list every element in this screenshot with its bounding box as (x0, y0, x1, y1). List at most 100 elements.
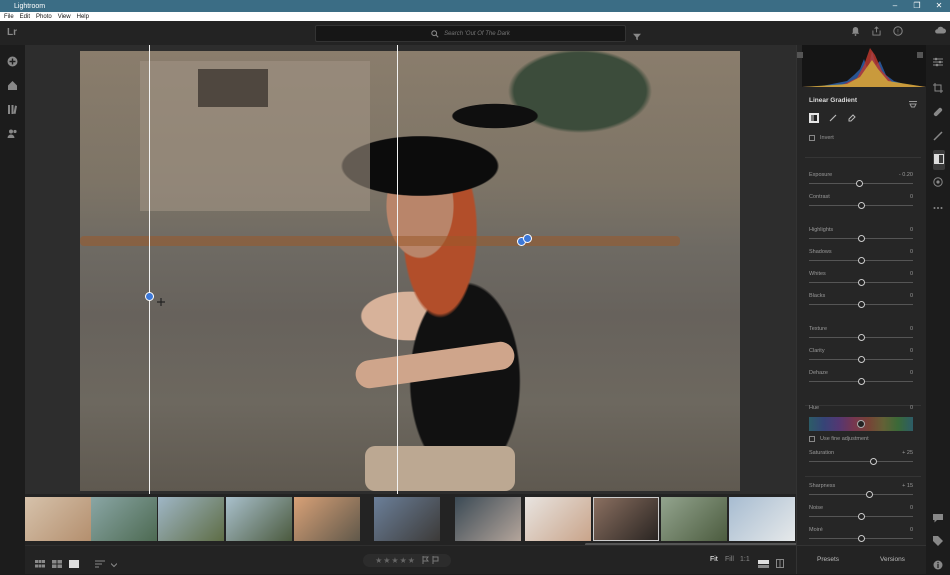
dehaze-value[interactable]: 0 (910, 370, 913, 376)
tag-icon[interactable] (933, 533, 943, 551)
exposure-value[interactable]: - 0.20 (899, 172, 913, 178)
exposure-knob[interactable] (855, 180, 863, 187)
eraser-tool-icon[interactable] (847, 113, 857, 123)
menu-help[interactable]: Help (77, 14, 89, 20)
photo-canvas[interactable] (25, 45, 796, 494)
clipping-highlight-icon[interactable] (917, 45, 923, 63)
add-photos-icon[interactable] (7, 54, 18, 72)
shadows-value[interactable]: 0 (910, 249, 913, 255)
sharpness-knob[interactable] (866, 491, 874, 498)
filmstrip-toggle-icon[interactable] (758, 555, 769, 573)
detail-view-icon[interactable] (69, 555, 79, 573)
sharpness-value[interactable]: + 15 (902, 483, 913, 489)
texture-value[interactable]: 0 (910, 326, 913, 332)
stars[interactable]: ★★★★★ (375, 556, 416, 565)
gradient-inner-line[interactable] (397, 45, 398, 494)
reset-icon[interactable] (908, 95, 918, 113)
saturation-track[interactable] (809, 461, 913, 462)
menu-file[interactable]: File (4, 14, 14, 20)
filmstrip-thumb[interactable] (25, 497, 91, 541)
star-rating[interactable]: ★★★★★ (363, 554, 451, 567)
compare-icon[interactable] (776, 555, 784, 573)
minimize-button[interactable]: – (884, 0, 906, 12)
highlights-value[interactable]: 0 (910, 227, 913, 233)
people-icon[interactable] (7, 126, 18, 144)
texture-knob[interactable] (858, 334, 865, 341)
photo[interactable] (80, 51, 740, 491)
filmstrip-thumb[interactable] (294, 497, 360, 541)
crop-icon[interactable] (933, 80, 943, 98)
mask-pin-2[interactable] (523, 234, 532, 243)
hue-slider[interactable] (809, 417, 913, 431)
clipping-shadow-icon[interactable] (797, 45, 803, 63)
zoom-fit[interactable]: Fit (710, 556, 718, 563)
saturation-value[interactable]: + 25 (902, 450, 913, 456)
cloud-icon[interactable] (929, 26, 950, 36)
dehaze-knob[interactable] (858, 378, 865, 385)
brush-tool-icon[interactable] (828, 113, 838, 123)
zoom-1-1[interactable]: 1:1 (740, 556, 750, 563)
gradient-tool-icon[interactable] (809, 113, 819, 123)
filmstrip-thumb[interactable] (455, 497, 521, 541)
filmstrip-thumb[interactable] (226, 497, 292, 541)
info-icon[interactable] (933, 557, 943, 575)
gradient-center-pin[interactable] (145, 292, 154, 301)
blacks-knob[interactable] (858, 301, 865, 308)
moir-value[interactable]: 0 (910, 527, 913, 533)
fine-adjustment-box[interactable] (809, 436, 815, 442)
zoom-fill[interactable]: Fill (725, 556, 734, 563)
noise-knob[interactable] (858, 513, 865, 520)
noise-value[interactable]: 0 (910, 505, 913, 511)
filmstrip-thumb[interactable] (158, 497, 224, 541)
moir-knob[interactable] (858, 535, 865, 542)
fine-adjustment-checkbox[interactable]: Use fine adjustment (809, 436, 869, 442)
clarity-value[interactable]: 0 (910, 348, 913, 354)
whites-knob[interactable] (858, 279, 865, 286)
filmstrip-thumb[interactable] (525, 497, 591, 541)
highlights-knob[interactable] (858, 235, 865, 242)
contrast-knob[interactable] (858, 202, 865, 209)
reject-flag-icon[interactable] (432, 555, 439, 566)
search-input[interactable]: Search 'Out Of The Dark (315, 25, 626, 42)
healing-icon[interactable] (933, 104, 943, 122)
grid-view-icon[interactable] (35, 555, 45, 573)
blacks-value[interactable]: 0 (910, 293, 913, 299)
saturation-knob[interactable] (870, 458, 878, 465)
brush-icon[interactable] (933, 128, 943, 146)
filmstrip-thumb[interactable] (374, 497, 440, 541)
versions-tab[interactable]: Versions (880, 556, 905, 563)
whites-value[interactable]: 0 (910, 271, 913, 277)
filter-icon[interactable] (633, 28, 641, 46)
presets-tab[interactable]: Presets (817, 556, 839, 563)
filmstrip-thumb[interactable] (91, 497, 157, 541)
share-icon[interactable] (866, 26, 887, 36)
gradient-outer-line[interactable] (149, 45, 150, 494)
linear-gradient-icon[interactable] (933, 150, 945, 170)
maximize-button[interactable]: ❐ (906, 0, 928, 12)
menu-view[interactable]: View (58, 14, 71, 20)
help-icon[interactable]: ! (887, 26, 908, 36)
bell-icon[interactable] (845, 26, 866, 36)
shadows-knob[interactable] (858, 257, 865, 264)
menu-photo[interactable]: Photo (36, 14, 52, 20)
clarity-knob[interactable] (858, 356, 865, 363)
flag-icon[interactable] (422, 555, 429, 566)
filmstrip-thumb[interactable] (661, 497, 727, 541)
invert-box[interactable] (809, 135, 815, 141)
filmstrip-thumb[interactable] (729, 497, 795, 541)
edit-sliders-icon[interactable] (933, 54, 943, 72)
menu-edit[interactable]: Edit (20, 14, 30, 20)
contrast-value[interactable]: 0 (910, 194, 913, 200)
radial-gradient-icon[interactable] (933, 174, 943, 192)
square-grid-icon[interactable] (52, 555, 62, 573)
hue-knob[interactable] (857, 420, 865, 428)
close-button[interactable]: ✕ (928, 0, 950, 12)
sharpness-track[interactable] (809, 494, 913, 495)
sort-icon[interactable] (95, 555, 105, 573)
filmstrip-thumb-selected[interactable] (593, 497, 659, 541)
chevron-down-icon[interactable] (110, 555, 118, 573)
home-icon[interactable] (7, 78, 18, 96)
library-icon[interactable] (7, 102, 18, 120)
more-icon[interactable] (933, 197, 943, 215)
comment-icon[interactable] (933, 510, 943, 528)
